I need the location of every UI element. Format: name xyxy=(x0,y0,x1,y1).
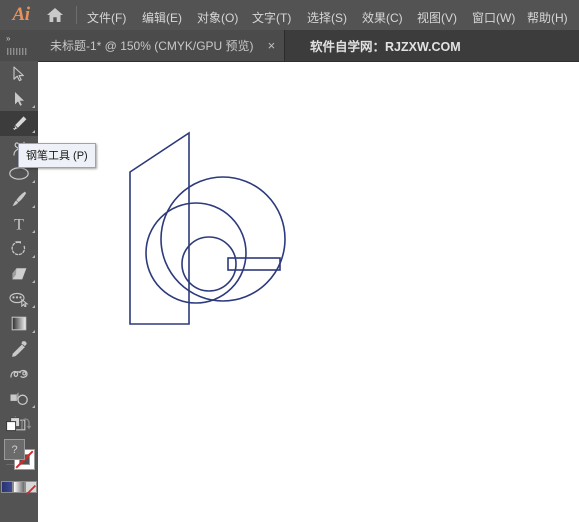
fill-swatch[interactable]: ? xyxy=(4,439,25,460)
type-t-icon: T xyxy=(14,217,24,233)
rotate-tool[interactable] xyxy=(0,236,38,261)
menu-divider xyxy=(76,6,77,24)
paintbrush-tool[interactable] xyxy=(0,186,38,211)
menu-edit[interactable]: 编辑(E) xyxy=(136,6,188,29)
flyout-indicator xyxy=(32,130,35,133)
eraser-icon xyxy=(11,267,26,279)
large-circle[interactable] xyxy=(160,176,286,302)
symbol-sprayer-tool[interactable] xyxy=(0,386,38,411)
symbol-sprayer-icon xyxy=(10,391,28,405)
flyout-indicator xyxy=(32,205,35,208)
gradient-square-icon xyxy=(11,316,27,331)
flyout-indicator xyxy=(32,305,35,308)
collapse-panel-icon[interactable]: » xyxy=(6,34,11,43)
artboard-canvas[interactable] xyxy=(38,61,579,522)
fill-swatch-label: ? xyxy=(11,443,18,456)
watermark-tab-title: 软件自学网：RJZXW.COM xyxy=(310,40,461,54)
shape-builder-tool[interactable] xyxy=(0,286,38,311)
quadrilateral-shape[interactable] xyxy=(129,131,190,325)
svg-text:T: T xyxy=(14,217,24,233)
document-tab-title: 未标题-1* @ 150% (CMYK/GPU 预览) xyxy=(50,39,254,53)
menu-type[interactable]: 文字(T) xyxy=(246,6,297,29)
flyout-indicator xyxy=(32,280,35,283)
flyout-indicator xyxy=(32,230,35,233)
gradient-tool[interactable] xyxy=(0,311,38,336)
filled-arrow-cursor-icon xyxy=(15,91,24,106)
menu-view[interactable]: 视图(V) xyxy=(411,6,463,29)
app-logo: Ai xyxy=(12,4,30,25)
pen-nib-icon xyxy=(13,115,27,130)
pen-tool-tooltip: 钢笔工具 (P) xyxy=(18,143,96,168)
menu-window[interactable]: 窗口(W) xyxy=(466,6,521,29)
close-icon[interactable]: × xyxy=(268,39,276,52)
blend-tool[interactable] xyxy=(0,361,38,386)
blend-icon xyxy=(10,369,28,378)
swap-arrow-icon[interactable] xyxy=(20,418,33,431)
illustrator-window: Ai 文件(F) 编辑(E) 对象(O) 文字(T) 选择(S) 效果(C) 视… xyxy=(0,0,579,522)
pen-tool-path-drawing[interactable] xyxy=(38,62,579,522)
document-tab-bar: » 未标题-1* @ 150% (CMYK/GPU 预览) × 软件自学网：RJ… xyxy=(0,30,579,61)
document-tab[interactable]: 未标题-1* @ 150% (CMYK/GPU 预览) × xyxy=(38,30,286,61)
menu-effect[interactable]: 效果(C) xyxy=(356,6,409,29)
flyout-indicator xyxy=(32,255,35,258)
direct-selection-tool[interactable] xyxy=(0,86,38,111)
menu-file[interactable]: 文件(F) xyxy=(81,6,132,29)
tools-panel: T ? xyxy=(0,61,38,522)
selection-tool[interactable] xyxy=(0,61,38,86)
menu-help[interactable]: 帮助(H) xyxy=(521,6,574,29)
color-mode-gradient[interactable] xyxy=(13,481,25,493)
none-slash-small-icon xyxy=(25,484,37,496)
color-mode-none[interactable] xyxy=(25,481,37,496)
menu-object[interactable]: 对象(O) xyxy=(191,6,244,29)
screen-mode-row xyxy=(0,496,38,522)
flyout-indicator xyxy=(32,330,35,333)
paintbrush-icon xyxy=(12,191,27,206)
type-tool[interactable]: T xyxy=(0,211,38,236)
arrow-cursor-icon xyxy=(13,65,24,81)
eraser-tool[interactable] xyxy=(0,261,38,286)
menu-select[interactable]: 选择(S) xyxy=(301,6,353,29)
color-mode-row xyxy=(0,479,38,496)
flyout-indicator xyxy=(32,105,35,108)
shape-builder-icon xyxy=(9,292,29,307)
menu-bar: Ai 文件(F) 编辑(E) 对象(O) 文字(T) 选择(S) 效果(C) 视… xyxy=(0,0,579,30)
flyout-indicator xyxy=(32,405,35,408)
ellipse-icon xyxy=(9,167,29,180)
watermark-tab: 软件自学网：RJZXW.COM xyxy=(300,30,471,61)
pen-tool[interactable] xyxy=(0,111,38,136)
color-mode-color[interactable] xyxy=(1,481,13,493)
rotate-arrow-icon xyxy=(11,241,26,256)
toolbar-bottom-cluster: ? xyxy=(0,413,38,522)
eyedropper-tool[interactable] xyxy=(0,336,38,361)
fill-stroke-swatches[interactable]: ? xyxy=(0,437,38,479)
eyedropper-icon xyxy=(12,340,27,357)
panel-drag-grip[interactable] xyxy=(6,48,32,55)
flyout-indicator xyxy=(32,180,35,183)
toolbar-header: » xyxy=(0,30,38,61)
home-icon[interactable] xyxy=(40,7,70,23)
